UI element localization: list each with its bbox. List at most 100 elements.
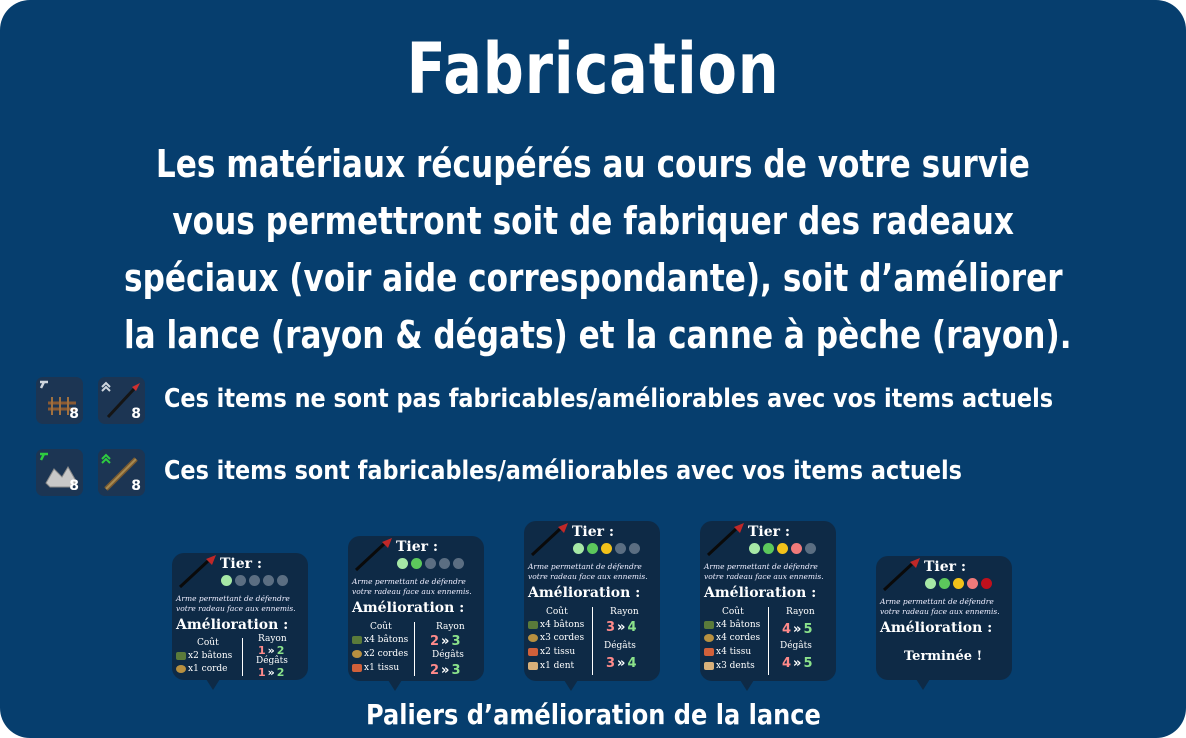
tier-dot xyxy=(439,558,450,569)
degats-header: Dégâts xyxy=(780,641,812,651)
degats-values: 4» 5 xyxy=(782,656,813,671)
tier-dot xyxy=(601,543,612,554)
legend-unavailable-text: Ces items ne sont pas fabricables/amélio… xyxy=(164,384,1054,414)
upgrade-card-tier-2: Tier : Arme permettant de défendre votre … xyxy=(348,536,484,691)
tier-dot xyxy=(249,575,260,586)
spear-icon xyxy=(530,523,568,557)
spear-icon xyxy=(354,538,392,572)
material-rope: x4 cordes xyxy=(704,633,760,643)
rayon-values: 4» 5 xyxy=(782,622,813,637)
description-line-1: Les matériaux récupérés au cours de votr… xyxy=(156,142,1030,186)
degats-header: Dégâts xyxy=(432,650,464,660)
material-tooth: x1 dent xyxy=(528,661,574,671)
tier-dot xyxy=(411,558,422,569)
tier-dot xyxy=(967,578,978,589)
cost-header: Coût xyxy=(546,607,568,617)
upgrade-label: Amélioration : xyxy=(880,620,993,636)
material-sticks: x4 bâtons xyxy=(352,635,408,645)
tier-dot xyxy=(221,575,232,586)
tier-dot xyxy=(615,543,626,554)
description-line: votre radeau face aux ennemis. xyxy=(176,604,296,613)
upgrade-card-tier-1: Tier : Arme permettant de défendre votre … xyxy=(172,553,308,690)
description-line-4: la lance (rayon & dégats) et la canne à … xyxy=(123,313,1072,357)
tier-label: Tier : xyxy=(396,539,439,555)
item-description: Arme permettant de défendre votre radeau … xyxy=(880,597,1008,617)
upgrade-card-tier-5: Tier : Arme permettant de défendre votre … xyxy=(876,556,1012,690)
spear-icon xyxy=(706,523,744,557)
upgrade-card-tier-4: Tier : Arme permettant de défendre votre … xyxy=(700,521,836,691)
column-divider xyxy=(592,607,593,675)
footer-text: Paliers d’amélioration de la lance xyxy=(365,698,821,731)
tier-dot xyxy=(573,543,584,554)
tier-dot xyxy=(749,543,760,554)
description-line: Arme permettant de défendre xyxy=(704,562,818,571)
column-divider xyxy=(414,622,415,676)
tier-label: Tier : xyxy=(220,556,263,572)
tier-dot xyxy=(263,575,274,586)
spear-icon xyxy=(178,555,216,589)
tier-dots xyxy=(925,578,992,589)
description: Les matériaux récupérés au cours de votr… xyxy=(20,136,1166,364)
tier-dot xyxy=(453,558,464,569)
cost-header: Coût xyxy=(197,638,219,648)
tier-dot xyxy=(805,543,816,554)
tier-dot xyxy=(953,578,964,589)
tier-dot xyxy=(939,578,950,589)
tier-dot xyxy=(791,543,802,554)
rayon-header: Rayon xyxy=(610,607,639,617)
tier-dot xyxy=(425,558,436,569)
raft-item-slot-unavailable: 8 xyxy=(36,377,83,424)
item-count: 8 xyxy=(69,478,79,494)
rayon-header: Rayon xyxy=(786,607,815,617)
tier-dots xyxy=(397,558,464,569)
tier-dot xyxy=(763,543,774,554)
material-rope: x2 cordes xyxy=(352,649,408,659)
rayon-header: Rayon xyxy=(258,634,287,644)
cost-header: Coût xyxy=(722,607,744,617)
upgrade-label: Amélioration : xyxy=(528,585,641,601)
material-sticks: x4 bâtons xyxy=(704,620,760,630)
legend-available-text: Ces items sont fabricables/améliorables … xyxy=(164,456,962,486)
item-description: Arme permettant de défendre votre radeau … xyxy=(704,562,832,582)
fishing-rod-item-slot-available: 8 xyxy=(98,449,145,496)
description-line: votre radeau face aux ennemis. xyxy=(528,572,648,581)
fabrication-panel: Fabrication Les matériaux récupérés au c… xyxy=(0,0,1186,738)
upgrade-chevron-icon xyxy=(101,381,111,392)
description-line: votre radeau face aux ennemis. xyxy=(704,572,824,581)
description-line: Arme permettant de défendre xyxy=(880,597,994,606)
material-tooth: x3 dents xyxy=(704,661,755,671)
item-count: 8 xyxy=(131,406,141,422)
tier-dot xyxy=(777,543,788,554)
material-rope: x1 corde xyxy=(176,664,228,674)
column-divider xyxy=(768,607,769,675)
cost-header: Coût xyxy=(370,622,392,632)
tier-dot xyxy=(587,543,598,554)
spear-icon xyxy=(882,558,920,592)
material-rope: x3 cordes xyxy=(528,633,584,643)
footer-caption: Paliers d’amélioration de la lance xyxy=(0,698,1186,731)
rayon-values: 2» 3 xyxy=(430,634,461,649)
tier-dot xyxy=(235,575,246,586)
degats-values: 2» 3 xyxy=(430,663,461,678)
tier-dot xyxy=(397,558,408,569)
degats-values: 3» 4 xyxy=(606,656,637,671)
description-line: Arme permettant de défendre xyxy=(176,594,290,603)
tier-dots xyxy=(573,543,640,554)
spear-item-slot-unavailable: 8 xyxy=(98,377,145,424)
tier-label: Tier : xyxy=(572,524,615,540)
material-sticks: x4 bâtons xyxy=(528,620,584,630)
description-line: votre radeau face aux ennemis. xyxy=(880,607,1000,616)
raft-item-slot-available: 8 xyxy=(36,449,83,496)
material-cloth: x1 tissu xyxy=(352,663,399,673)
material-cloth: x4 tissu xyxy=(704,647,751,657)
column-divider xyxy=(242,638,243,676)
material-cloth: x2 tissu xyxy=(528,647,575,657)
material-sticks: x2 bâtons xyxy=(176,651,232,661)
degats-header: Dégâts xyxy=(604,641,636,651)
item-description: Arme permettant de défendre votre radeau … xyxy=(176,594,304,614)
item-description: Arme permettant de défendre votre radeau … xyxy=(528,562,656,582)
description-line: Arme permettant de défendre xyxy=(528,562,642,571)
tier-dots xyxy=(749,543,816,554)
upgrade-label: Amélioration : xyxy=(704,585,817,601)
tier-dot xyxy=(925,578,936,589)
